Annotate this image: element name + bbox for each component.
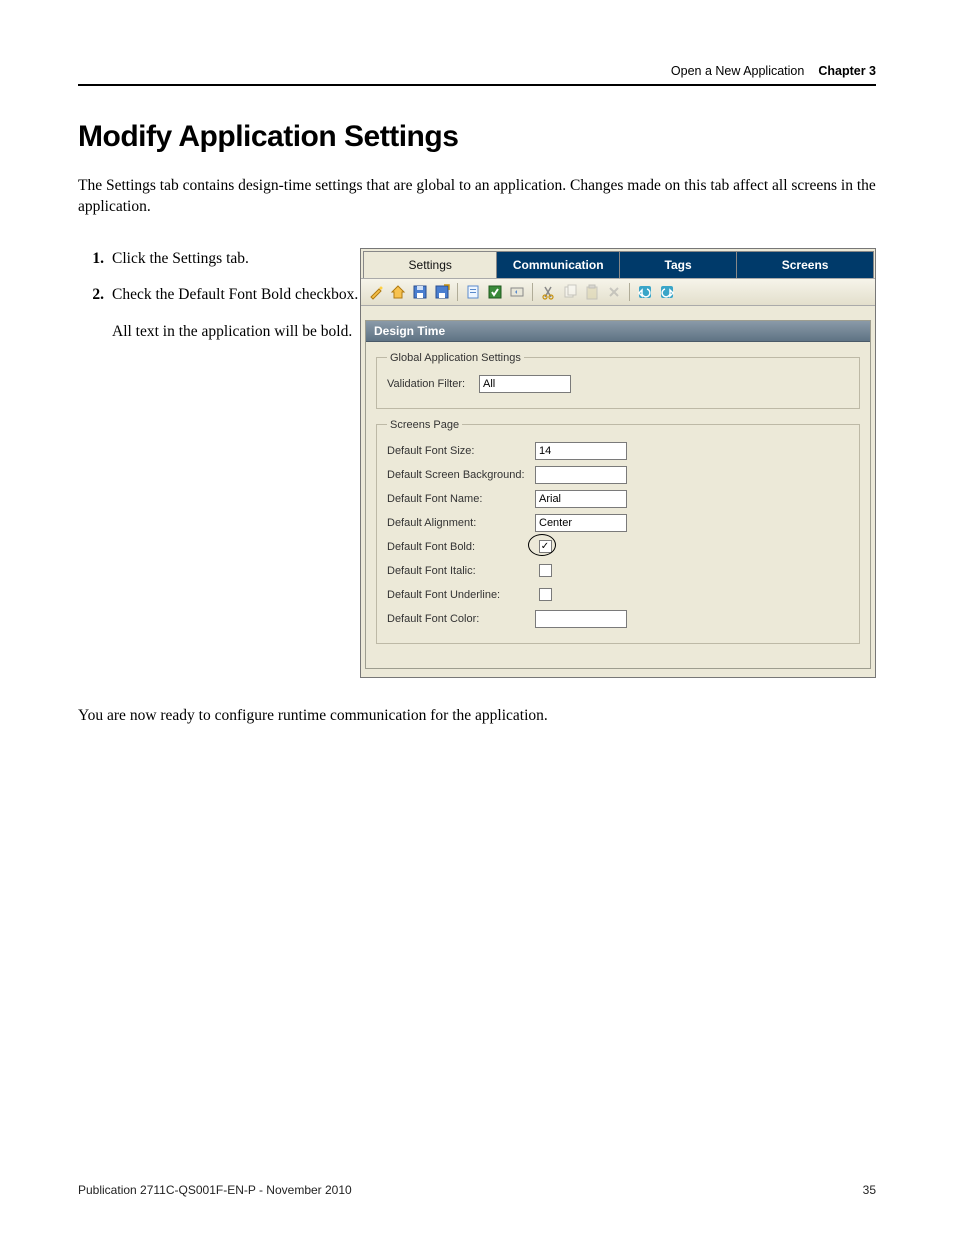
default-font-underline-checkbox[interactable] xyxy=(539,588,552,601)
step-1: 1. Click the Settings tab. xyxy=(78,248,360,270)
delete-icon[interactable] xyxy=(605,283,623,301)
tab-bar: Settings Communication Tags Screens xyxy=(361,249,875,278)
global-app-settings-legend: Global Application Settings xyxy=(387,352,524,364)
default-font-underline-label: Default Font Underline: xyxy=(387,589,535,601)
header-rule xyxy=(78,84,876,86)
page-footer: Publication 2711C-QS001F-EN-P - November… xyxy=(78,1183,876,1197)
screens-page-group: Screens Page Default Font Size: Default … xyxy=(376,419,860,644)
default-alignment-label: Default Alignment: xyxy=(387,517,535,529)
validation-filter-input[interactable] xyxy=(479,375,571,393)
default-font-size-label: Default Font Size: xyxy=(387,445,535,457)
app-screenshot: Settings Communication Tags Screens xyxy=(360,248,876,678)
intro-paragraph: The Settings tab contains design-time se… xyxy=(78,176,876,218)
default-font-size-input[interactable] xyxy=(535,442,627,460)
publication-label: Publication 2711C-QS001F-EN-P - November… xyxy=(78,1183,352,1197)
default-screen-background-swatch[interactable] xyxy=(535,466,627,484)
default-font-name-input[interactable] xyxy=(535,490,627,508)
default-font-italic-label: Default Font Italic: xyxy=(387,565,535,577)
design-time-panel: Design Time Global Application Settings … xyxy=(365,320,871,669)
default-font-bold-label: Default Font Bold: xyxy=(387,541,535,553)
tab-tags[interactable]: Tags xyxy=(619,251,737,278)
default-screen-background-label: Default Screen Background: xyxy=(387,469,535,481)
breadcrumb: Open a New Application xyxy=(671,64,804,78)
screens-page-legend: Screens Page xyxy=(387,419,462,431)
step-2-sub: All text in the application will be bold… xyxy=(112,321,358,343)
toolbar-separator-3 xyxy=(629,283,630,301)
toolbar xyxy=(361,278,875,306)
undo-icon[interactable] xyxy=(636,283,654,301)
global-app-settings-group: Global Application Settings Validation F… xyxy=(376,352,860,409)
tab-communication[interactable]: Communication xyxy=(496,251,620,278)
step-2-number: 2. xyxy=(78,284,112,343)
step-1-number: 1. xyxy=(78,248,112,270)
toolbar-separator-2 xyxy=(532,283,533,301)
step-1-text: Click the Settings tab. xyxy=(112,248,249,270)
section-title: Modify Application Settings xyxy=(78,120,876,154)
chapter-label: Chapter 3 xyxy=(818,64,876,78)
default-font-name-label: Default Font Name: xyxy=(387,493,535,505)
default-font-color-swatch[interactable] xyxy=(535,610,627,628)
home-icon[interactable] xyxy=(389,283,407,301)
save-as-icon[interactable] xyxy=(433,283,451,301)
toolbar-separator-1 xyxy=(457,283,458,301)
redo-icon[interactable] xyxy=(658,283,676,301)
wizard-icon[interactable] xyxy=(367,283,385,301)
page-header: Open a New Application Chapter 3 xyxy=(78,64,876,84)
default-font-bold-checkbox[interactable] xyxy=(539,540,552,553)
default-font-color-label: Default Font Color: xyxy=(387,613,535,625)
outro-paragraph: You are now ready to configure runtime c… xyxy=(78,706,876,727)
paste-icon[interactable] xyxy=(583,283,601,301)
save-icon[interactable] xyxy=(411,283,429,301)
panel-title: Design Time xyxy=(366,321,870,342)
tab-settings[interactable]: Settings xyxy=(363,251,497,278)
validation-filter-label: Validation Filter: xyxy=(387,378,479,390)
generate-icon[interactable] xyxy=(508,283,526,301)
copy-icon[interactable] xyxy=(561,283,579,301)
steps-column: 1. Click the Settings tab. 2. Check the … xyxy=(78,248,360,357)
tab-screens[interactable]: Screens xyxy=(736,251,874,278)
validate-icon[interactable] xyxy=(486,283,504,301)
default-alignment-input[interactable] xyxy=(535,514,627,532)
report-icon[interactable] xyxy=(464,283,482,301)
step-2-text: Check the Default Font Bold checkbox. Al… xyxy=(112,284,358,343)
default-font-italic-checkbox[interactable] xyxy=(539,564,552,577)
page-number: 35 xyxy=(863,1183,876,1197)
step-2: 2. Check the Default Font Bold checkbox.… xyxy=(78,284,360,343)
cut-icon[interactable] xyxy=(539,283,557,301)
